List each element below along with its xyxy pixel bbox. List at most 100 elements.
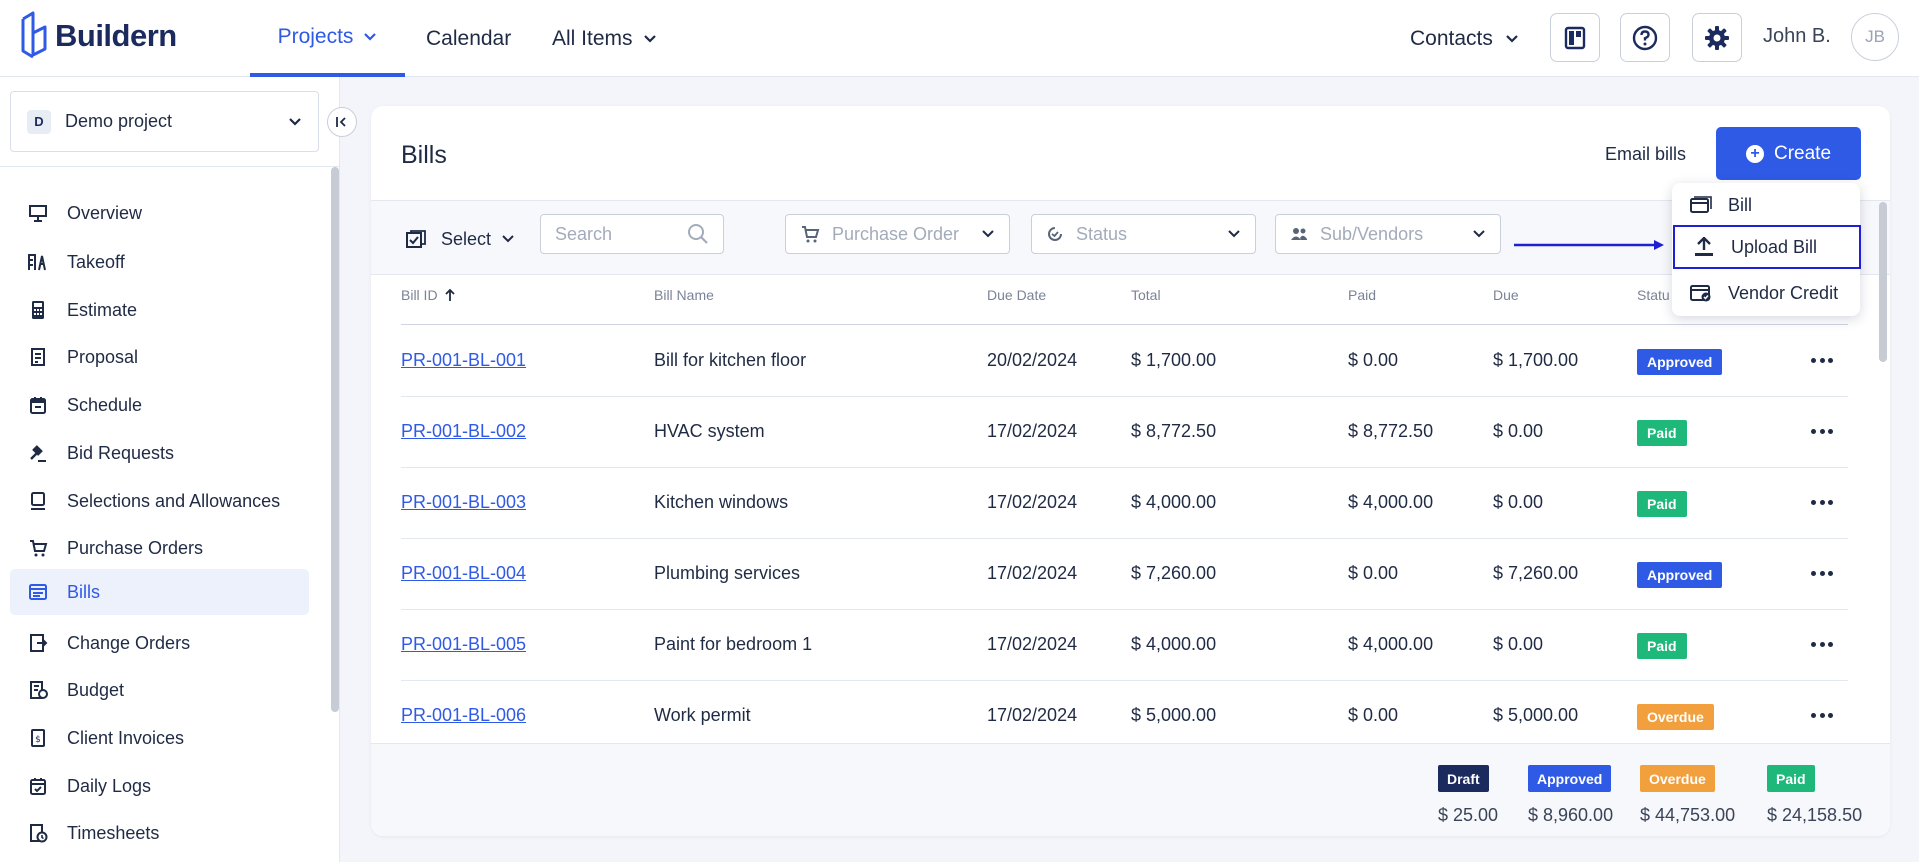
col-header-bill-id[interactable]: Bill ID	[401, 287, 456, 303]
col-header-paid[interactable]: Paid	[1348, 287, 1376, 303]
plus-circle-icon: +	[1745, 144, 1764, 163]
project-badge: D	[27, 109, 51, 134]
col-header-due-date[interactable]: Due Date	[987, 287, 1046, 303]
sidebar-item-proposal[interactable]: Proposal	[10, 334, 309, 380]
bill-paid: $ 0.00	[1348, 563, 1399, 583]
menu-item-upload-bill[interactable]: Upload Bill	[1673, 225, 1861, 269]
bill-due-date: 20/02/2024	[987, 350, 1078, 370]
menu-item-bill[interactable]: Bill	[1672, 183, 1860, 227]
sidebar-item-daily-logs[interactable]: Daily Logs	[10, 763, 309, 809]
sidebar-item-label: Proposal	[67, 346, 139, 367]
purchase-order-filter[interactable]: Purchase Order	[785, 214, 1010, 254]
menu-item-vendor-credit[interactable]: Vendor Credit	[1672, 271, 1860, 315]
table-header-divider	[401, 324, 1848, 325]
sidebar-item-purchase-orders[interactable]: Purchase Orders	[10, 525, 309, 571]
selections-icon	[27, 490, 49, 512]
nav-calendar-label: Calendar	[426, 26, 512, 50]
col-header-status[interactable]: Statu	[1637, 287, 1670, 303]
bill-name: Paint for bedroom 1	[654, 634, 813, 654]
select-dropdown[interactable]: Select	[405, 219, 515, 259]
status-badge: Approved	[1637, 562, 1723, 588]
sidebar-item-bid-requests[interactable]: Bid Requests	[10, 430, 309, 476]
budget-icon	[27, 679, 49, 701]
sidebar-scrollbar[interactable]	[331, 167, 339, 712]
col-header-due[interactable]: Due	[1493, 287, 1519, 303]
bill-paid: $ 4,000.00	[1348, 492, 1434, 512]
upload-icon	[1693, 237, 1715, 257]
settings-button[interactable]	[1692, 13, 1742, 62]
nav-projects[interactable]: Projects	[250, 0, 405, 77]
create-button[interactable]: + Create	[1716, 127, 1861, 180]
sidebar-item-client-invoices[interactable]: $ Client Invoices	[10, 715, 309, 761]
annotation-arrow-icon	[1514, 240, 1664, 250]
bill-id-link[interactable]: PR-001-BL-005	[401, 634, 526, 655]
status-filter[interactable]: Status	[1031, 214, 1256, 254]
sidebar-item-label: Estimate	[67, 299, 138, 320]
sidebar-item-overview[interactable]: Overview	[10, 190, 309, 236]
bill-id-link[interactable]: PR-001-BL-001	[401, 350, 526, 371]
bill-total: $ 7,260.00	[1131, 563, 1217, 583]
chevron-down-icon	[1506, 34, 1518, 43]
bill-id-link[interactable]: PR-001-BL-003	[401, 492, 526, 513]
more-actions-icon[interactable]	[1807, 350, 1837, 370]
dashboard-button[interactable]	[1550, 13, 1600, 62]
collapse-sidebar-button[interactable]	[327, 107, 357, 137]
more-actions-icon[interactable]	[1807, 492, 1837, 512]
top-navbar: Buildern Projects Calendar All Items Con…	[0, 0, 1919, 77]
sidebar-item-label: Timesheets	[67, 822, 160, 843]
email-bills-button[interactable]: Email bills	[1605, 144, 1686, 165]
bill-id-link[interactable]: PR-001-BL-004	[401, 563, 526, 584]
search-input[interactable]: Search	[540, 214, 724, 254]
purchase-order-placeholder: Purchase Order	[832, 223, 960, 244]
select-label: Select	[441, 228, 492, 249]
bill-due-date: 17/02/2024	[987, 421, 1078, 441]
more-actions-icon[interactable]	[1807, 421, 1837, 441]
summary-amount-paid: $ 24,158.50	[1767, 805, 1863, 825]
bill-name: Kitchen windows	[654, 492, 789, 512]
avatar[interactable]: JB	[1851, 13, 1899, 61]
user-name[interactable]: John B.	[1763, 25, 1831, 48]
bill-due-date: 17/02/2024	[987, 634, 1078, 654]
chevron-down-icon	[982, 230, 994, 238]
sidebar-item-selections[interactable]: Selections and Allowances	[10, 478, 309, 524]
project-selector[interactable]: D Demo project	[10, 91, 319, 152]
nav-all-items-label: All Items	[552, 26, 633, 50]
summary-footer: Draft $ 25.00 Approved $ 8,960.00 Overdu…	[371, 743, 1890, 836]
help-button[interactable]	[1620, 13, 1670, 62]
chevron-down-icon	[502, 235, 514, 243]
bill-total: $ 1,700.00	[1131, 350, 1217, 370]
gear-icon	[1705, 25, 1729, 50]
calculator-icon	[27, 299, 49, 321]
nav-contacts[interactable]: Contacts	[1410, 0, 1519, 77]
change-orders-icon	[27, 632, 49, 654]
create-button-label: Create	[1773, 142, 1832, 164]
bill-icon	[1690, 196, 1712, 214]
menu-item-label: Bill	[1728, 194, 1753, 215]
brand-logo[interactable]: Buildern	[19, 11, 177, 61]
create-menu: Bill Upload Bill Vendor Credit	[1672, 183, 1861, 316]
nav-calendar[interactable]: Calendar	[426, 0, 511, 77]
table-scrollbar[interactable]	[1879, 202, 1887, 362]
bill-id-link[interactable]: PR-001-BL-006	[401, 705, 526, 726]
sidebar-item-label: Daily Logs	[67, 775, 152, 796]
table-row: PR-001-BL-004 Plumbing services 17/02/20…	[401, 539, 1848, 610]
sidebar-item-takeoff[interactable]: Takeoff	[10, 239, 309, 285]
vendors-filter[interactable]: Sub/Vendors	[1275, 214, 1501, 254]
sidebar-item-label: Change Orders	[67, 632, 191, 653]
more-actions-icon[interactable]	[1807, 634, 1837, 654]
table-row: PR-001-BL-005 Paint for bedroom 1 17/02/…	[401, 610, 1848, 681]
sidebar-item-estimate[interactable]: Estimate	[10, 287, 309, 333]
sidebar-item-bills[interactable]: Bills	[10, 569, 309, 615]
more-actions-icon[interactable]	[1807, 705, 1837, 725]
sidebar-item-change-orders[interactable]: Change Orders	[10, 620, 309, 666]
bill-id-link[interactable]: PR-001-BL-002	[401, 421, 526, 442]
sidebar-item-label: Client Invoices	[67, 727, 185, 748]
sidebar-item-schedule[interactable]: Schedule	[10, 382, 309, 428]
col-header-bill-name[interactable]: Bill Name	[654, 287, 714, 303]
more-actions-icon[interactable]	[1807, 563, 1837, 583]
col-header-total[interactable]: Total	[1131, 287, 1161, 303]
bill-due-date: 17/02/2024	[987, 492, 1078, 512]
sidebar-item-timesheets[interactable]: Timesheets	[10, 810, 309, 856]
nav-all-items[interactable]: All Items	[552, 0, 657, 77]
sidebar-item-budget[interactable]: Budget	[10, 667, 309, 713]
